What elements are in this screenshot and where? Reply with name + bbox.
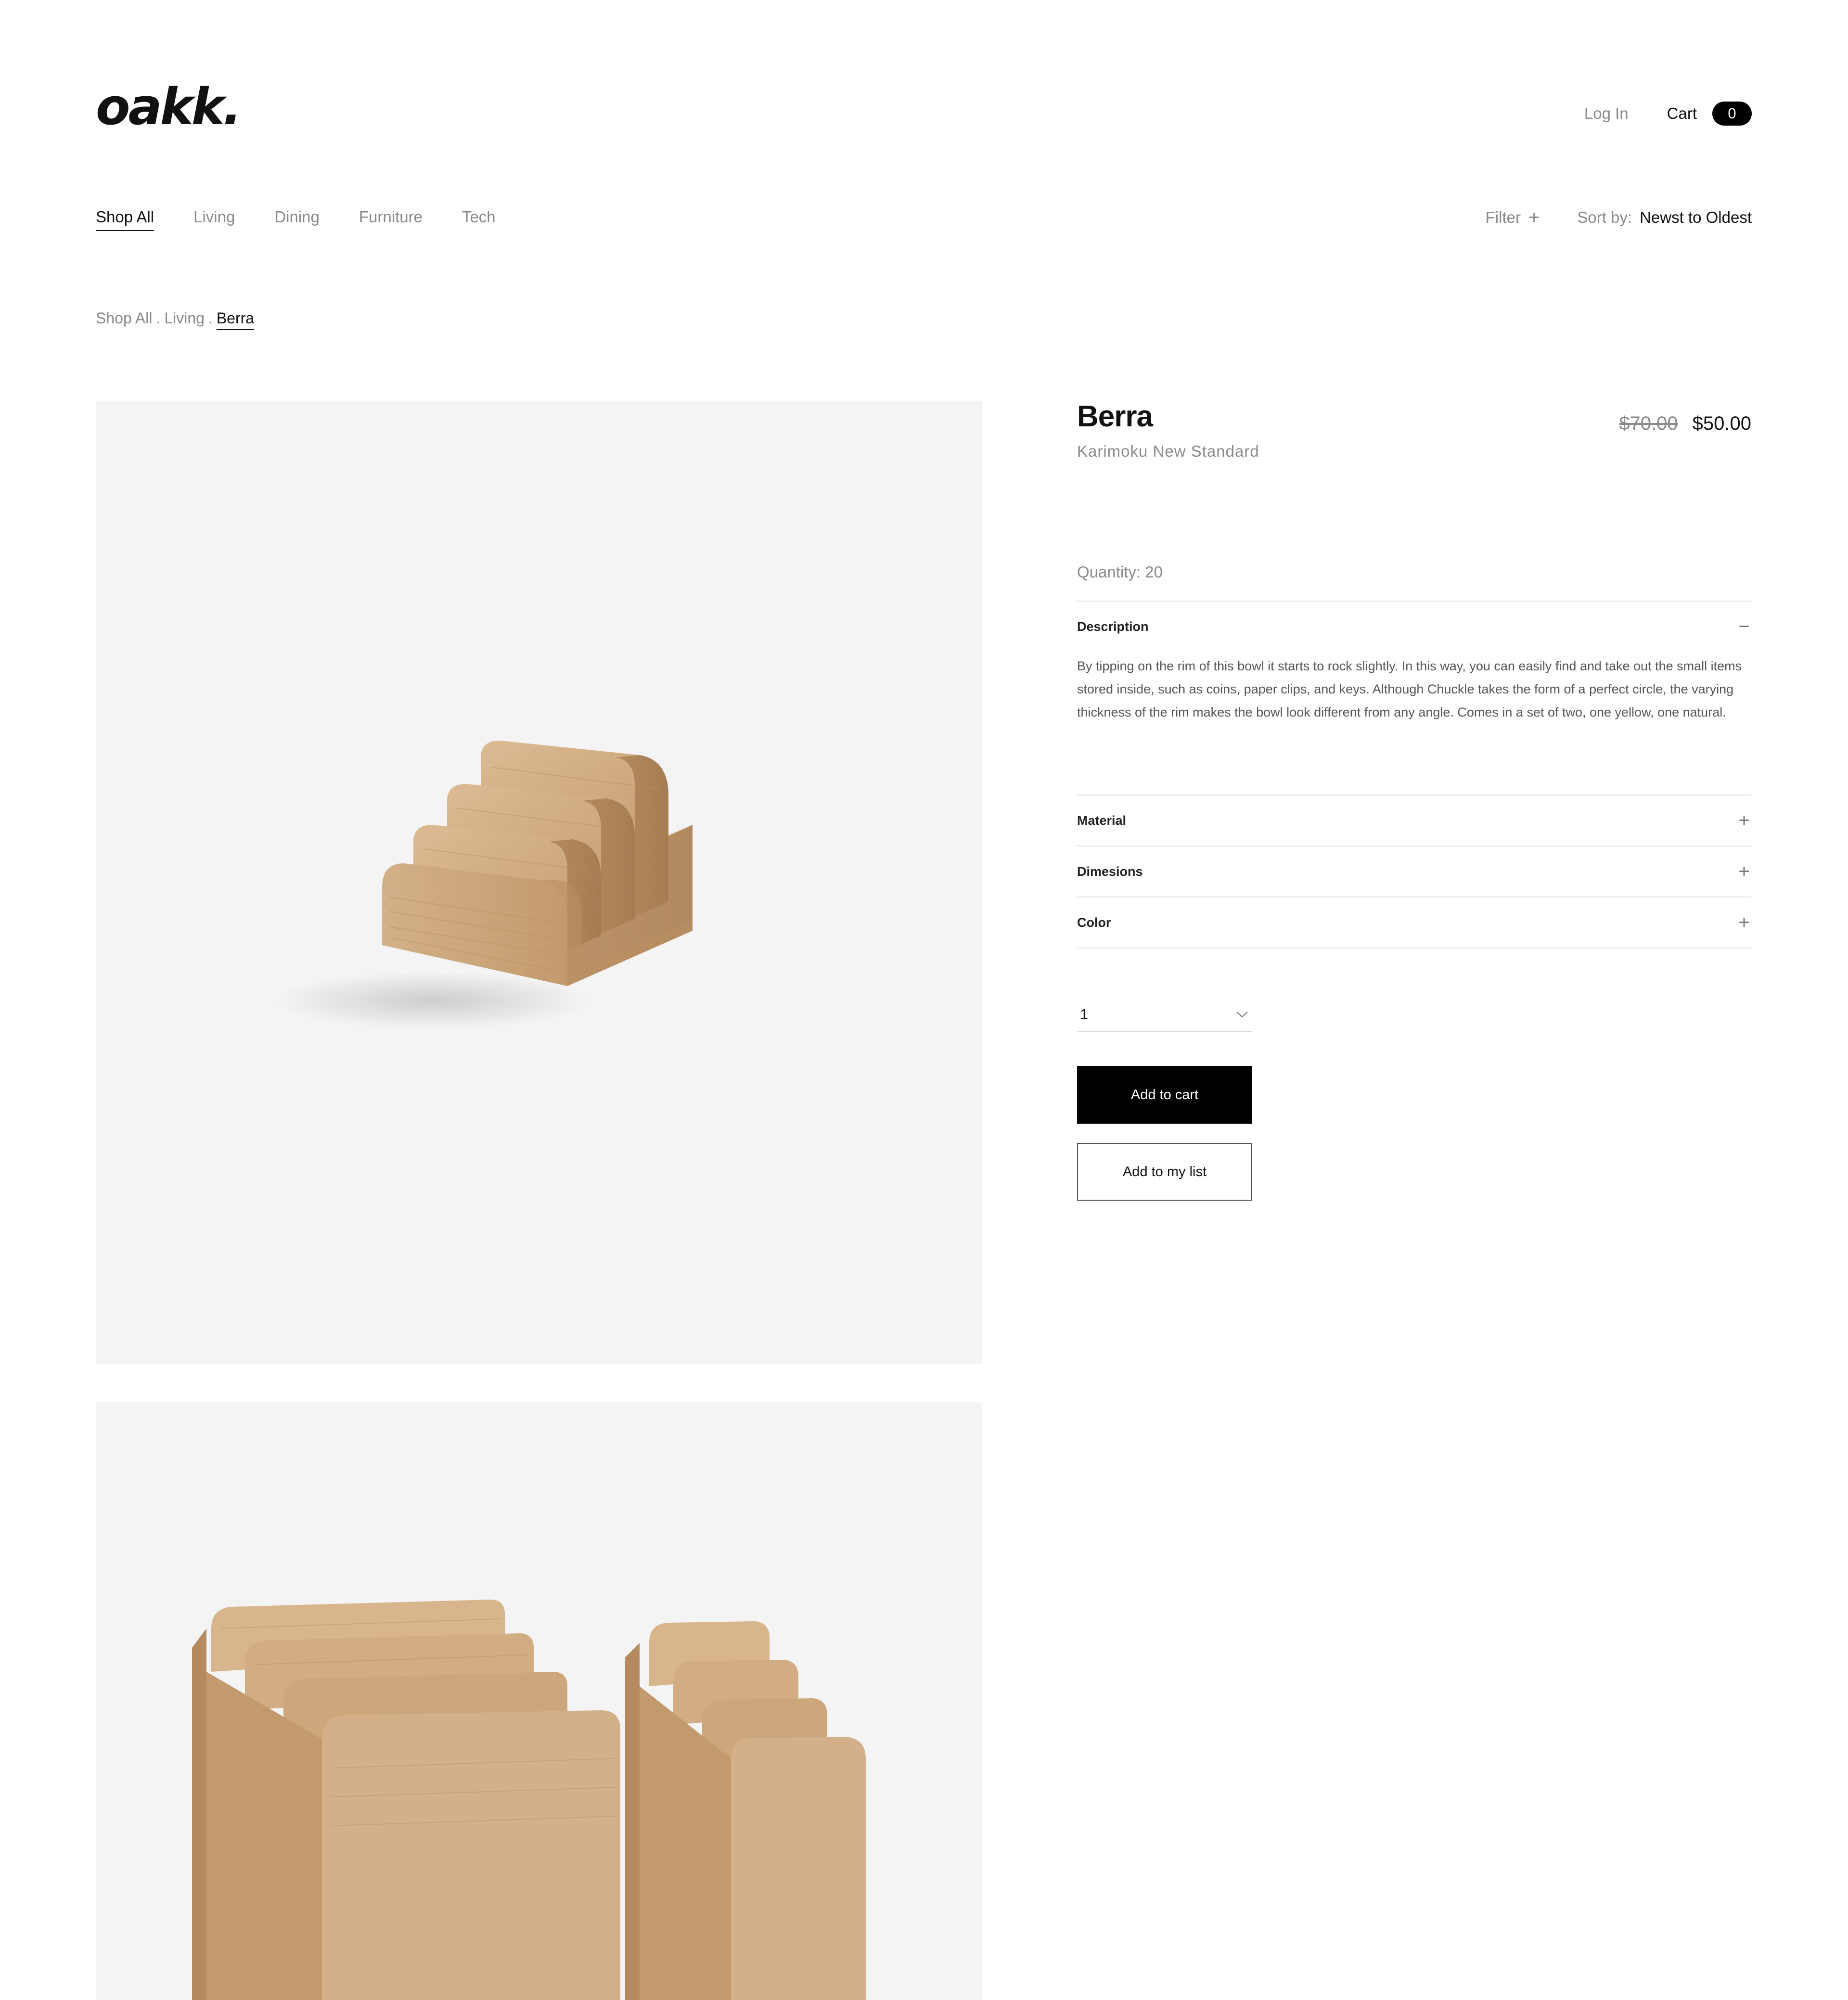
- plus-icon: +: [1738, 810, 1750, 831]
- divider: [1077, 948, 1751, 949]
- wooden-stands-pair-illustration: [192, 1600, 866, 2000]
- plus-icon: +: [1528, 207, 1540, 228]
- category-shop-all[interactable]: Shop All: [96, 208, 154, 231]
- header-actions: Log In Cart 0: [1584, 99, 1752, 128]
- breadcrumb-separator: .: [156, 309, 161, 327]
- accordion-title: Description: [1077, 619, 1149, 634]
- plus-icon: +: [1738, 912, 1750, 933]
- category-dining[interactable]: Dining: [274, 208, 320, 231]
- sale-price: $50.00: [1692, 413, 1751, 434]
- chevron-down-icon: [1236, 1012, 1248, 1018]
- category-tech[interactable]: Tech: [462, 208, 496, 231]
- category-living[interactable]: Living: [193, 208, 235, 231]
- product-brand[interactable]: Karimoku New Standard: [1077, 442, 1751, 461]
- stock-quantity: Quantity: 20: [1077, 563, 1163, 581]
- accordion-title: Color: [1077, 915, 1111, 930]
- cart-label: Cart: [1667, 104, 1697, 122]
- logo[interactable]: oakk.: [96, 82, 242, 132]
- accordion-title: Dimesions: [1077, 864, 1143, 879]
- category-nav: Shop All Living Dining Furniture Tech: [96, 208, 535, 231]
- sort-label: Sort by:: [1577, 208, 1632, 226]
- plus-icon: +: [1738, 861, 1750, 882]
- quantity-select[interactable]: 1: [1077, 998, 1252, 1032]
- breadcrumb-shop-all[interactable]: Shop All: [96, 309, 152, 330]
- product-info: Berra Karimoku New Standard $70.00 $50.0…: [1077, 399, 1751, 1201]
- breadcrumb-living[interactable]: Living: [164, 309, 205, 330]
- add-to-cart-button[interactable]: Add to cart: [1077, 1066, 1252, 1124]
- accordion-title: Material: [1077, 813, 1127, 828]
- cart-count-badge: 0: [1712, 102, 1752, 126]
- wooden-stand-illustration: [274, 741, 693, 1029]
- accordion-description[interactable]: Description −: [1077, 602, 1751, 652]
- breadcrumb: Shop All . Living . Berra: [96, 309, 255, 330]
- login-link[interactable]: Log In: [1584, 104, 1629, 123]
- filter-label: Filter: [1485, 208, 1521, 226]
- accordion-color[interactable]: Color +: [1077, 897, 1751, 948]
- breadcrumb-separator: .: [208, 309, 213, 327]
- sort-dropdown[interactable]: Newst to Oldest: [1640, 208, 1752, 227]
- original-price: $70.00: [1619, 413, 1678, 434]
- accordion-material[interactable]: Material +: [1077, 795, 1751, 846]
- filter-button[interactable]: Filter +: [1486, 208, 1540, 227]
- category-furniture[interactable]: Furniture: [359, 208, 423, 231]
- quantity-value: 1: [1080, 1006, 1089, 1023]
- price-block: $70.00 $50.00: [1619, 413, 1751, 435]
- accordion-dimensions[interactable]: Dimesions +: [1077, 846, 1751, 897]
- product-image-secondary[interactable]: [96, 1402, 982, 2000]
- minus-icon: −: [1738, 616, 1750, 637]
- listing-toolbar: Filter + Sort by: Newst to Oldest: [1486, 208, 1752, 227]
- product-image-main[interactable]: [96, 401, 982, 1364]
- product-description: By tipping on the rim of this bowl it st…: [1077, 659, 1742, 719]
- add-to-list-button[interactable]: Add to my list: [1077, 1143, 1252, 1201]
- breadcrumb-current: Berra: [216, 309, 255, 330]
- cart-button[interactable]: Cart 0: [1667, 102, 1752, 126]
